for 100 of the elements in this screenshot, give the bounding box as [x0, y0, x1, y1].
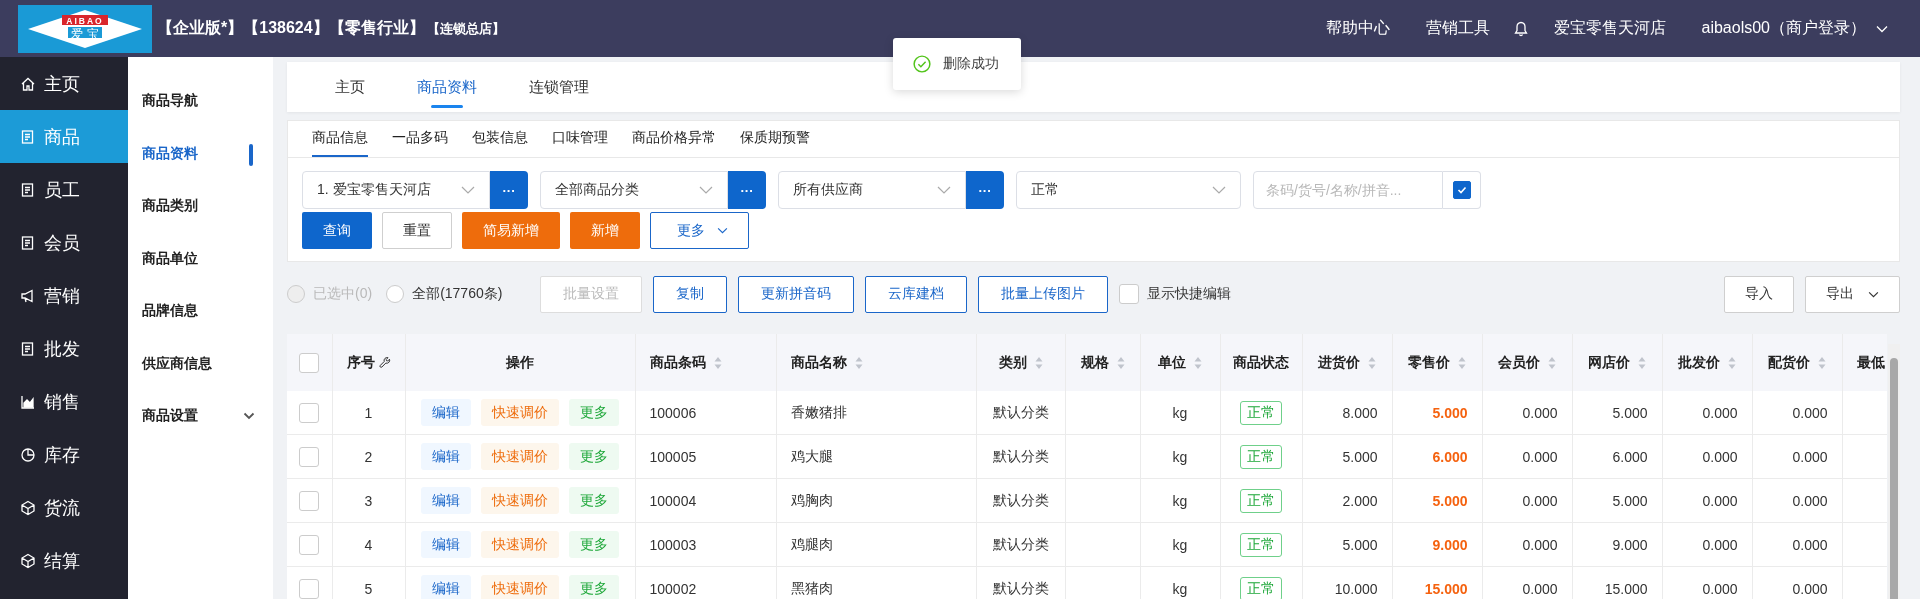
- subnav-item[interactable]: 品牌信息: [128, 285, 273, 338]
- status-tag: 正常: [1240, 576, 1282, 599]
- bell-icon[interactable]: [1513, 20, 1528, 37]
- tab[interactable]: 连锁管理: [503, 62, 615, 112]
- column-header: 会员价: [1498, 353, 1540, 372]
- edit-button[interactable]: 编辑: [421, 531, 471, 558]
- select-all-checkbox[interactable]: [299, 352, 320, 373]
- sort-icon[interactable]: [1458, 355, 1466, 370]
- radio-button[interactable]: [386, 285, 405, 303]
- checkbox[interactable]: [1452, 181, 1471, 199]
- row-checkbox[interactable]: [299, 490, 320, 511]
- search-field[interactable]: 条码/货号/名称/拼音...: [1253, 171, 1443, 209]
- row-checkbox[interactable]: [299, 402, 320, 423]
- sub-tab[interactable]: 口味管理: [552, 121, 608, 157]
- category-cell: 默认分类: [992, 447, 1049, 464]
- sub-tab[interactable]: 一品多码: [392, 121, 448, 157]
- scrollbar[interactable]: [1888, 344, 1900, 599]
- picker-button[interactable]: ···: [966, 171, 1004, 209]
- edit-button[interactable]: 编辑: [421, 487, 471, 514]
- sidebar-item[interactable]: 货流: [0, 481, 128, 534]
- sidebar-item[interactable]: 批发: [0, 322, 128, 375]
- index-cell: 1: [364, 404, 373, 421]
- sort-icon[interactable]: [1548, 355, 1556, 370]
- column-header: 网店价: [1588, 353, 1630, 372]
- subnav-item[interactable]: 商品单位: [128, 232, 273, 285]
- sort-icon[interactable]: [1638, 355, 1646, 370]
- price-cell: 0.000: [1522, 492, 1558, 509]
- price-cell: 0.000: [1702, 580, 1738, 597]
- sort-icon[interactable]: [1818, 355, 1826, 370]
- header-link[interactable]: 营销工具: [1425, 18, 1490, 39]
- column-header: 商品名称: [790, 353, 847, 372]
- column-header: 规格: [1080, 353, 1109, 372]
- price-cell: 9.000: [1612, 536, 1648, 553]
- sort-icon[interactable]: [713, 355, 722, 370]
- sidebar-item[interactable]: 结算: [0, 534, 128, 587]
- sort-icon[interactable]: [1368, 355, 1376, 370]
- sub-tab[interactable]: 商品信息: [312, 121, 368, 157]
- edit-button[interactable]: 编辑: [421, 443, 471, 470]
- import-button[interactable]: 导入: [1724, 275, 1794, 313]
- subnav-item[interactable]: 商品类别: [128, 180, 273, 233]
- checkmark-icon: [1455, 184, 1468, 196]
- edit-button[interactable]: 编辑: [421, 399, 471, 426]
- subnav-item[interactable]: 商品导航: [128, 75, 273, 128]
- price-cell: 0.000: [1792, 492, 1828, 509]
- subnav-item[interactable]: 商品设置: [128, 390, 273, 443]
- dropdown-field[interactable]: 所有供应商: [778, 171, 966, 209]
- price-cell: 0.000: [1792, 536, 1828, 553]
- header-link[interactable]: 帮助中心: [1325, 18, 1390, 39]
- index-cell: 3: [364, 492, 373, 509]
- action-button[interactable]: 查询: [302, 212, 372, 249]
- price-cell: 8.000: [1342, 404, 1378, 421]
- dropdown-field[interactable]: 正常: [1016, 171, 1241, 209]
- sub-tab[interactable]: 保质期预警: [740, 121, 810, 157]
- sort-icon[interactable]: [1034, 355, 1043, 370]
- column-header: 操作: [506, 353, 534, 372]
- picker-button[interactable]: ···: [490, 171, 528, 209]
- store-name[interactable]: 爱宝零售天河店: [1553, 18, 1666, 39]
- name-cell: 鸡大腿: [790, 447, 833, 464]
- sort-icon[interactable]: [854, 355, 863, 370]
- sort-icon[interactable]: [1728, 355, 1736, 370]
- wrench-icon[interactable]: [378, 356, 391, 369]
- edit-button[interactable]: 编辑: [421, 575, 471, 599]
- toolbar-button[interactable]: 复制: [653, 275, 728, 313]
- toolbar-button[interactable]: 云库建档: [865, 275, 968, 313]
- toolbar-button[interactable]: 更新拼音码: [738, 275, 855, 313]
- store-type-label: 【连锁总店】: [426, 20, 505, 38]
- price-cell: 0.000: [1522, 580, 1558, 597]
- tab[interactable]: 主页: [309, 62, 391, 112]
- chevron-down-icon: [1876, 24, 1888, 33]
- sidebar-item[interactable]: 营销: [0, 269, 128, 322]
- tab[interactable]: 商品资料: [391, 62, 503, 112]
- row-checkbox[interactable]: [299, 578, 320, 599]
- picker-button[interactable]: ···: [728, 171, 766, 209]
- dropdown-field[interactable]: 全部商品分类: [540, 171, 728, 209]
- sub-tab[interactable]: 包装信息: [472, 121, 528, 157]
- column-header: 单位: [1158, 353, 1186, 372]
- status-tag: 正常: [1240, 532, 1282, 557]
- name-cell: 黑猪肉: [790, 579, 833, 596]
- subnav-item[interactable]: 供应商信息: [128, 337, 273, 390]
- sidebar-item[interactable]: 会员: [0, 216, 128, 269]
- sidebar-item[interactable]: 销售: [0, 375, 128, 428]
- sub-tab[interactable]: 商品价格异常: [632, 121, 716, 157]
- price-cell: 5.000: [1432, 492, 1468, 509]
- sidebar-item[interactable]: 主页: [0, 57, 128, 110]
- user-menu[interactable]: aibaols00（商户登录）: [1701, 18, 1888, 39]
- dropdown-field[interactable]: 1. 爱宝零售天河店: [302, 171, 490, 209]
- export-dropdown-button[interactable]: 导出: [1805, 275, 1900, 313]
- row-checkbox[interactable]: [299, 446, 320, 467]
- action-button[interactable]: 重置: [382, 212, 452, 249]
- row-checkbox[interactable]: [299, 534, 320, 555]
- sidebar-item[interactable]: 库存: [0, 428, 128, 481]
- subnav-item[interactable]: 商品资料: [128, 127, 273, 180]
- sidebar-item[interactable]: 员工: [0, 163, 128, 216]
- column-header: 批发价: [1678, 353, 1720, 372]
- sort-icon[interactable]: [1194, 355, 1202, 370]
- chevron-down-icon: [1212, 186, 1226, 194]
- sort-icon[interactable]: [1116, 355, 1125, 370]
- edition-title: 【企业版*】【138624】【零售行业】: [157, 18, 425, 38]
- more-dropdown-button[interactable]: 更多: [650, 212, 749, 249]
- toolbar-button[interactable]: 批量上传图片: [978, 275, 1109, 313]
